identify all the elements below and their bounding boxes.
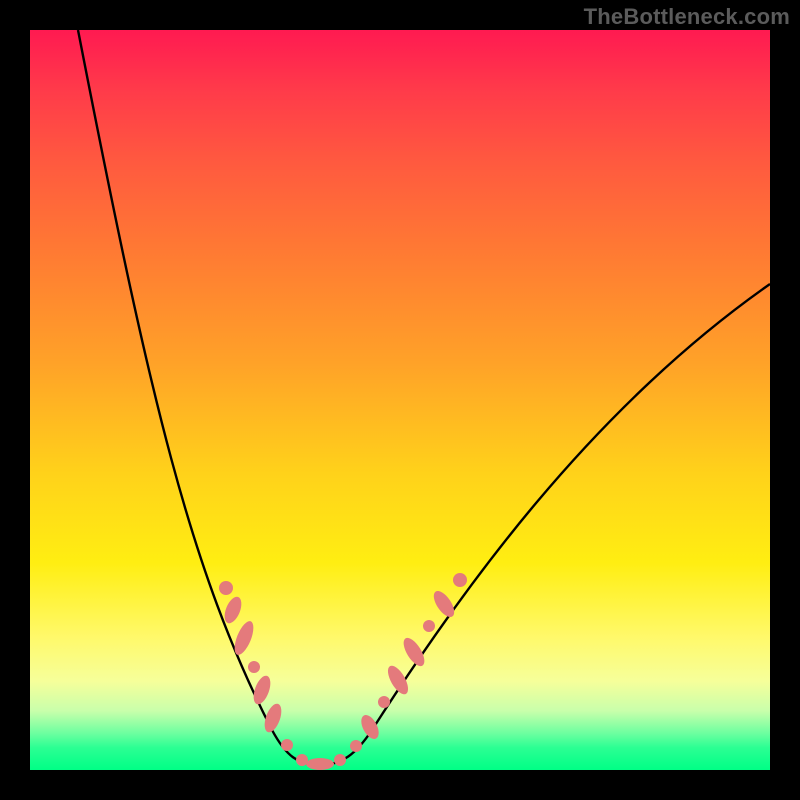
plot-area xyxy=(30,30,770,770)
curve-marker xyxy=(281,739,293,751)
curve-marker xyxy=(306,758,334,770)
marker-group xyxy=(219,573,467,770)
curve-right xyxy=(320,284,770,765)
curve-left xyxy=(78,30,320,765)
curve-marker xyxy=(350,740,362,752)
curve-marker xyxy=(334,754,346,766)
curve-marker xyxy=(358,712,383,742)
curve-layer xyxy=(30,30,770,770)
curve-marker xyxy=(221,594,244,625)
curve-marker xyxy=(430,588,458,621)
curve-marker xyxy=(423,620,435,632)
curve-marker xyxy=(453,573,467,587)
curve-marker xyxy=(378,696,390,708)
curve-marker xyxy=(219,581,233,595)
chart-frame: TheBottleneck.com xyxy=(0,0,800,800)
curve-marker xyxy=(384,663,412,698)
curve-marker xyxy=(248,661,260,673)
watermark-text: TheBottleneck.com xyxy=(584,4,790,30)
